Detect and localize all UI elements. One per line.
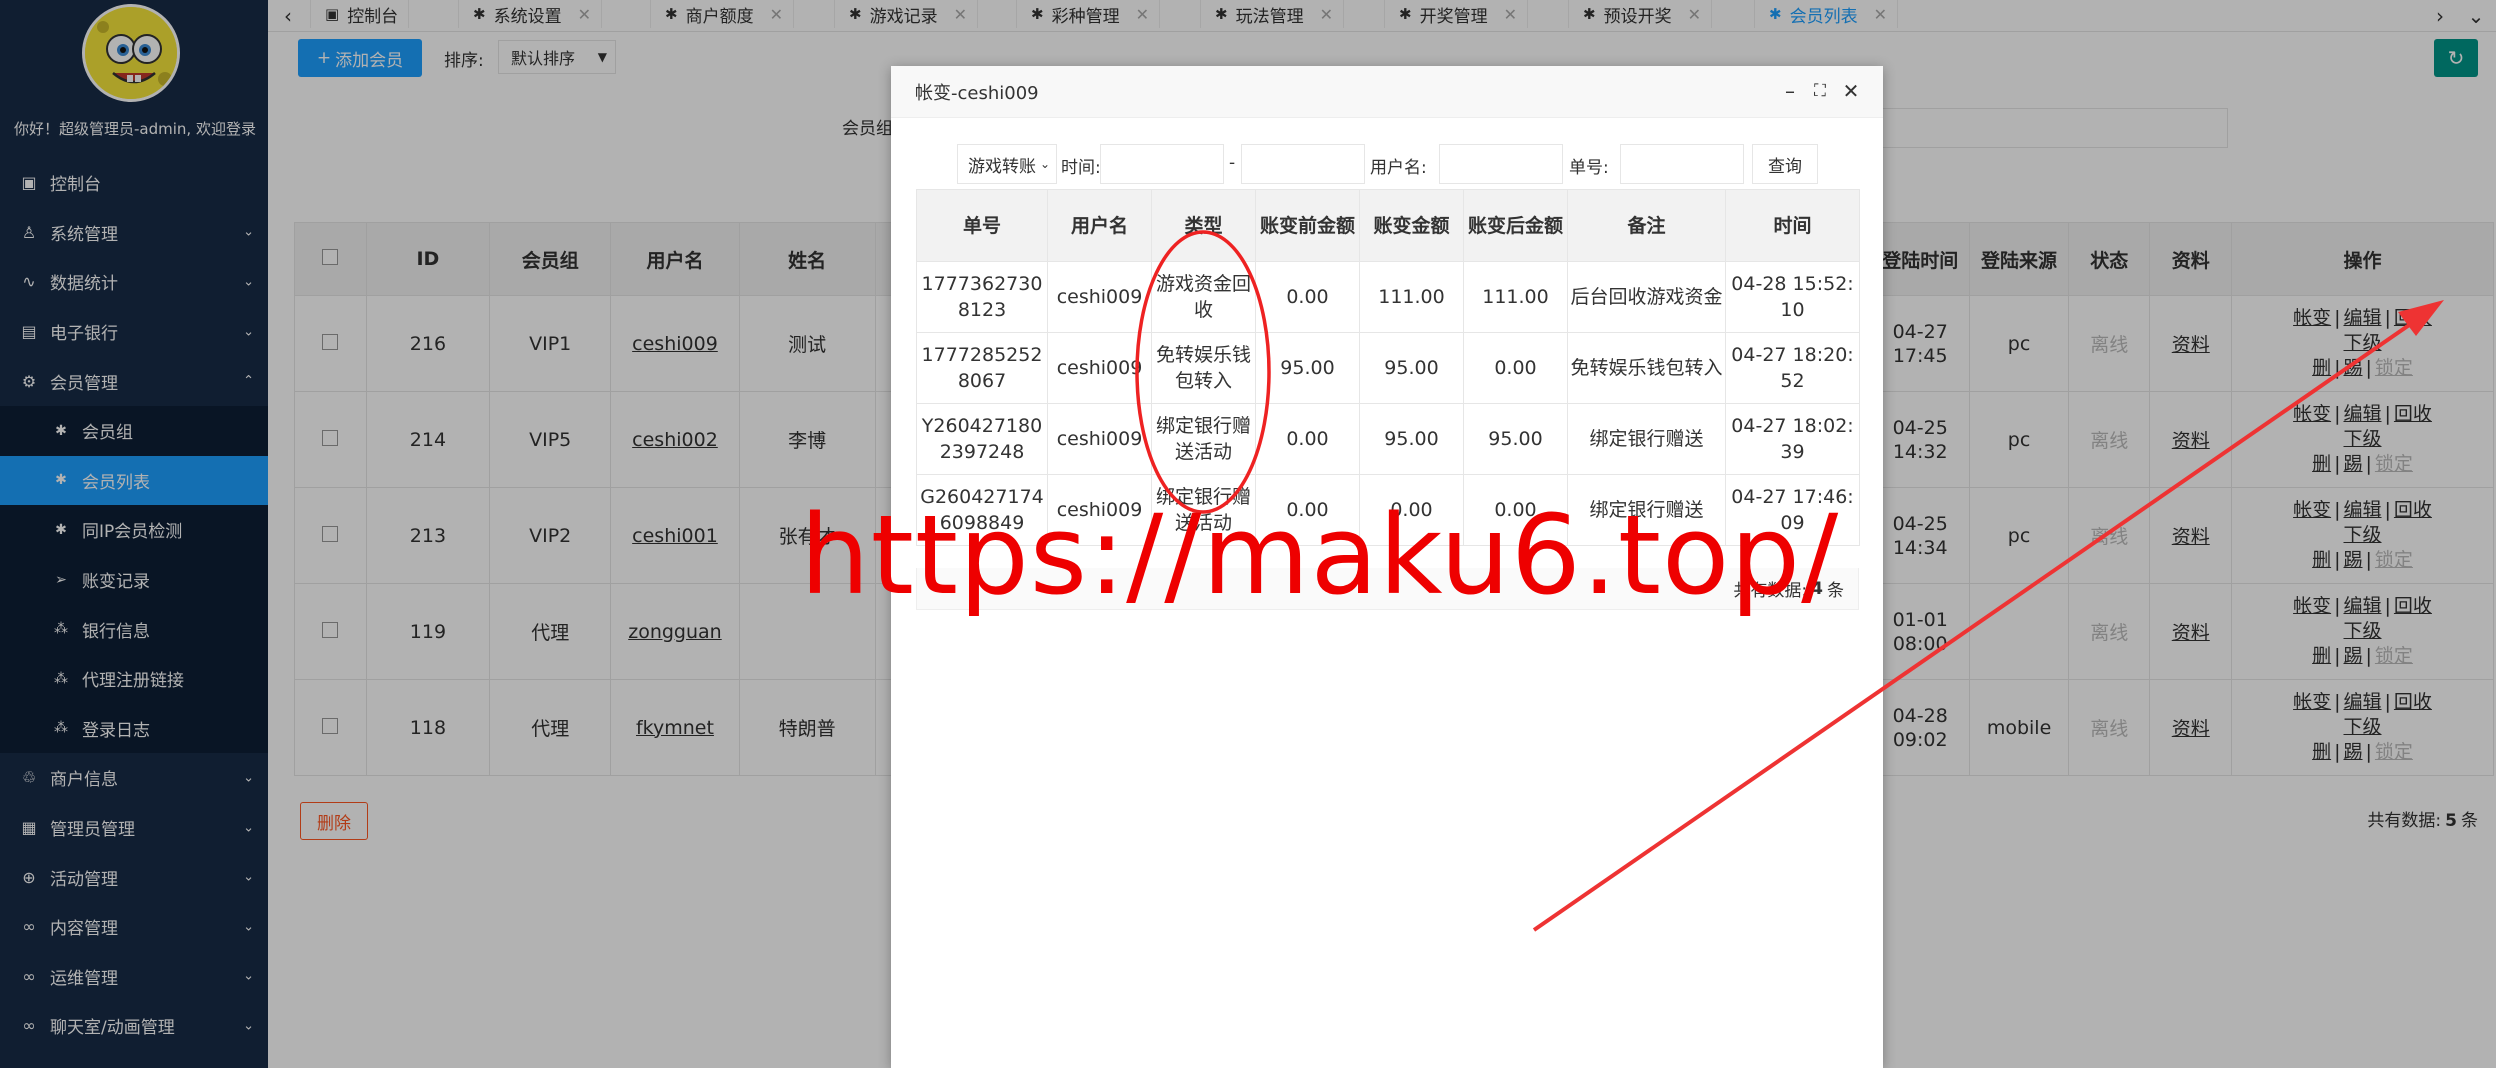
minimize-icon[interactable]: – <box>1777 78 1803 104</box>
chevron-down-icon: ⌄ <box>1039 157 1050 171</box>
ledger-order: 17773627308123 <box>916 261 1048 333</box>
ledger-row: Y2604271802397248 ceshi009 绑定银行赠送活动 0.00 95.… <box>916 403 1860 475</box>
ledger-user: ceshi009 <box>1047 332 1152 404</box>
ledger-column-header: 备注 <box>1567 189 1726 262</box>
ledger-after: 111.00 <box>1463 261 1568 333</box>
watermark-text: https://maku6.top/ <box>800 491 1840 619</box>
ledger-user: ceshi009 <box>1047 261 1152 333</box>
type-select[interactable]: 游戏转账 ⌄ <box>957 144 1057 184</box>
ledger-order: Y2604271802397248 <box>916 403 1048 475</box>
ledger-order: 17772852528067 <box>916 332 1048 404</box>
close-icon[interactable]: ✕ <box>1838 78 1864 104</box>
ledger-amount: 95.00 <box>1359 403 1464 475</box>
time-end-input[interactable] <box>1241 144 1365 184</box>
ledger-type: 免转娱乐钱包转入 <box>1151 332 1256 404</box>
ledger-amount: 111.00 <box>1359 261 1464 333</box>
ledger-time: 04-27 18:02:39 <box>1725 403 1860 475</box>
ledger-after: 95.00 <box>1463 403 1568 475</box>
ledger-column-header: 时间 <box>1725 189 1860 262</box>
ledger-after: 0.00 <box>1463 332 1568 404</box>
order-input[interactable] <box>1620 144 1744 184</box>
ledger-column-header: 类型 <box>1151 189 1256 262</box>
ledger-column-header: 单号 <box>916 189 1048 262</box>
ledger-user: ceshi009 <box>1047 403 1152 475</box>
ledger-column-header: 账变后金额 <box>1463 189 1568 262</box>
maximize-icon[interactable]: ⛶ <box>1807 78 1833 104</box>
ledger-time: 04-27 18:20:52 <box>1725 332 1860 404</box>
ledger-before: 0.00 <box>1255 403 1360 475</box>
ledger-note: 免转娱乐钱包转入 <box>1567 332 1726 404</box>
ledger-row: 17773627308123 ceshi009 游戏资金回收 0.00 111.00 11… <box>916 261 1860 333</box>
ledger-column-header: 账变前金额 <box>1255 189 1360 262</box>
ledger-type: 绑定银行赠送活动 <box>1151 403 1256 475</box>
ledger-before: 95.00 <box>1255 332 1360 404</box>
ledger-note: 后台回收游戏资金 <box>1567 261 1726 333</box>
ledger-before: 0.00 <box>1255 261 1360 333</box>
time-start-input[interactable] <box>1100 144 1224 184</box>
ledger-type: 游戏资金回收 <box>1151 261 1256 333</box>
order-label: 单号: <box>1569 158 1609 178</box>
ledger-note: 绑定银行赠送 <box>1567 403 1726 475</box>
ledger-time: 04-28 15:52:10 <box>1725 261 1860 333</box>
username-label: 用户名: <box>1370 158 1427 178</box>
time-dash: - <box>1229 153 1236 173</box>
ledger-row: 17772852528067 ceshi009 免转娱乐钱包转入 95.00 95.00… <box>916 332 1860 404</box>
modal-title: 帐变-ceshi009 <box>915 83 1039 104</box>
time-label: 时间: <box>1061 158 1101 178</box>
type-select-value: 游戏转账 <box>968 156 1036 177</box>
ledger-column-header: 用户名 <box>1047 189 1152 262</box>
search-button[interactable]: 查询 <box>1752 144 1818 184</box>
ledger-amount: 95.00 <box>1359 332 1464 404</box>
modal-header[interactable]: 帐变-ceshi009 – ⛶ ✕ <box>891 66 1883 118</box>
username-input[interactable] <box>1439 144 1563 184</box>
ledger-column-header: 账变金额 <box>1359 189 1464 262</box>
